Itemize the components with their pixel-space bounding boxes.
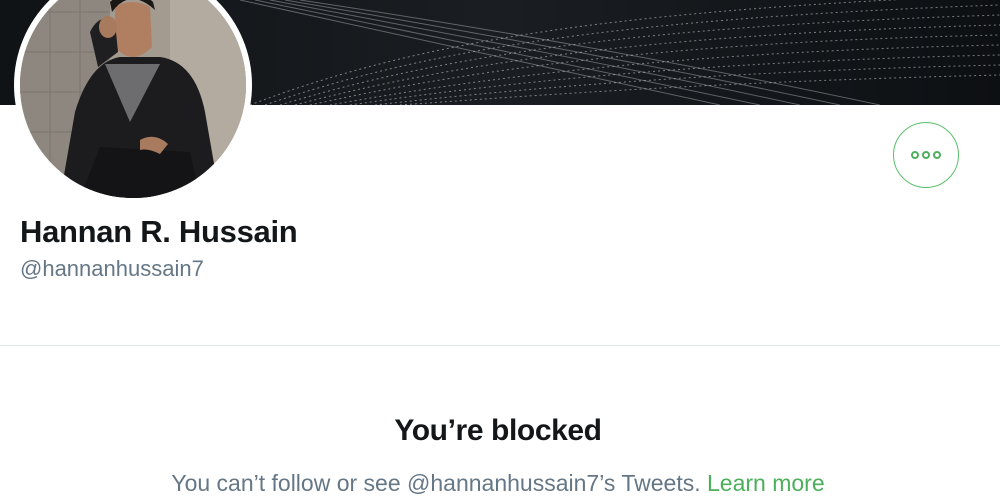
more-options-button[interactable] xyxy=(893,122,959,188)
profile-page: Hannan R. Hussain @hannanhussain7 You’re… xyxy=(0,0,1000,500)
blocked-message-line: You can’t follow or see @hannanhussain7’… xyxy=(0,470,996,497)
more-horizontal-icon xyxy=(911,151,941,159)
section-divider xyxy=(0,345,1000,346)
blocked-title: You’re blocked xyxy=(394,414,602,447)
blocked-message-text: You can’t follow or see @hannanhussain7’… xyxy=(171,470,701,496)
profile-handle: @hannanhussain7 xyxy=(20,256,204,281)
profile-avatar[interactable] xyxy=(14,0,252,204)
avatar-photo xyxy=(20,0,246,198)
learn-more-link[interactable]: Learn more xyxy=(707,470,825,496)
profile-display-name: Hannan R. Hussain xyxy=(20,214,298,249)
